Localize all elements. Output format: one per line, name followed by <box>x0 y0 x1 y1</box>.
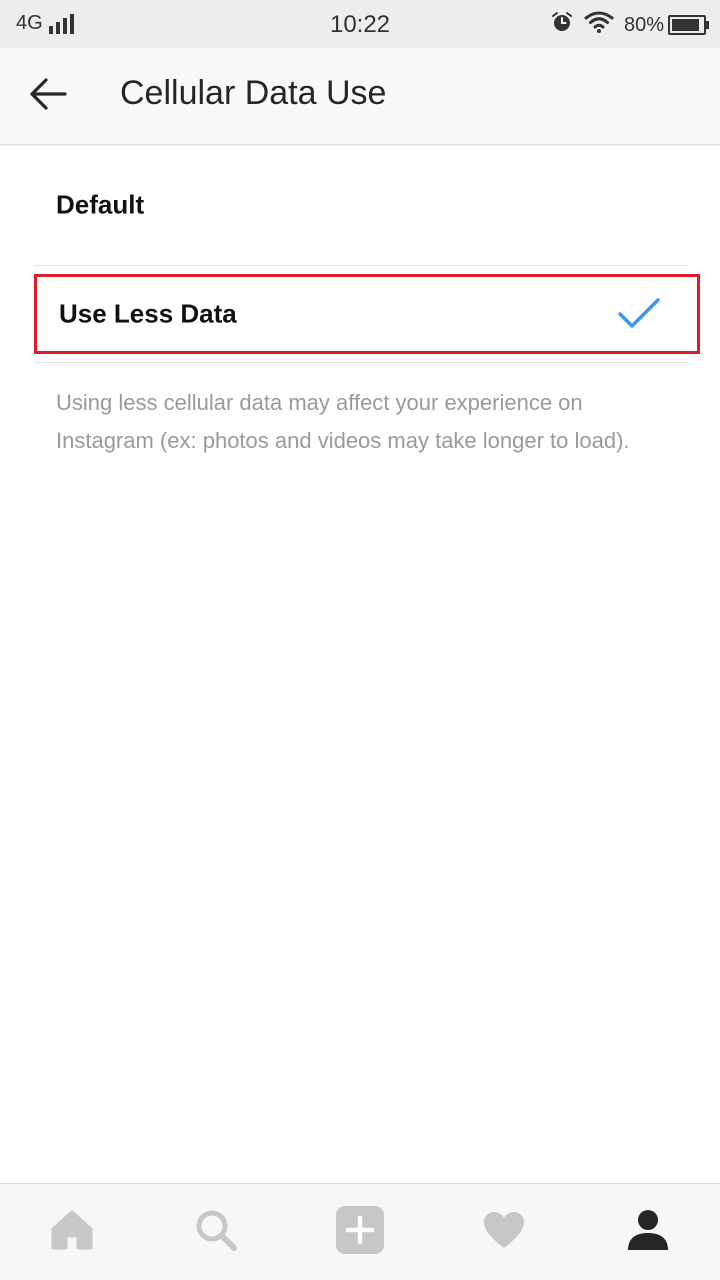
option-default[interactable]: Default <box>34 145 688 265</box>
status-bar: 4G 10:22 80% <box>0 0 720 48</box>
nav-search[interactable] <box>176 1192 256 1272</box>
add-post-icon <box>335 1205 385 1260</box>
status-right: 80% <box>540 10 709 40</box>
header: Cellular Data Use <box>0 48 720 145</box>
divider <box>34 265 688 266</box>
checkmark-icon <box>617 297 661 336</box>
home-icon <box>50 1209 94 1256</box>
search-icon <box>194 1208 238 1257</box>
nav-activity[interactable] <box>464 1192 544 1272</box>
description-text: Using less cellular data may affect your… <box>56 390 630 453</box>
nav-add-post[interactable] <box>320 1192 400 1272</box>
nav-home[interactable] <box>32 1192 112 1272</box>
option-label: Default <box>56 189 145 220</box>
profile-icon <box>626 1208 670 1257</box>
option-label: Use Less Data <box>59 298 237 329</box>
bottom-nav <box>0 1183 720 1280</box>
divider <box>34 362 688 363</box>
nav-profile[interactable] <box>608 1192 688 1272</box>
battery-icon <box>668 15 709 35</box>
alarm-icon <box>550 10 574 40</box>
battery-percent: 80% <box>623 13 664 36</box>
options-list: Default Use Less Data <box>0 145 720 363</box>
arrow-left-icon <box>29 77 67 116</box>
option-use-less-data[interactable]: Use Less Data <box>34 274 700 354</box>
back-button[interactable] <box>28 76 68 116</box>
heart-icon <box>482 1210 526 1255</box>
wifi-icon <box>584 10 614 40</box>
page-title: Cellular Data Use <box>120 74 387 112</box>
